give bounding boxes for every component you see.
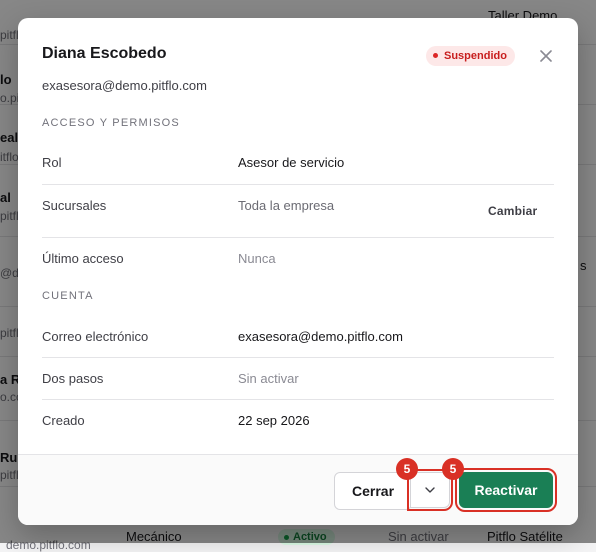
annotation-marker: 5 (442, 458, 464, 480)
email-value: exasesora@demo.pitflo.com (238, 329, 403, 344)
branches-label: Sucursales (42, 198, 107, 213)
section-title-access: ACCESO Y PERMISOS (42, 117, 180, 129)
row-created: Creado 22 sep 2026 (42, 400, 554, 442)
reactivate-button[interactable]: Reactivar (455, 468, 557, 512)
user-name: Diana Escobedo (42, 45, 167, 62)
status-badge-label: Suspendido (444, 50, 507, 62)
user-detail-modal: Diana Escobedo exasesora@demo.pitflo.com… (18, 18, 578, 525)
section-title-account: CUENTA (42, 290, 94, 302)
more-actions-dropdown-button[interactable] (407, 469, 453, 511)
created-value: 22 sep 2026 (238, 413, 310, 428)
close-icon (540, 50, 552, 62)
two-step-label: Dos pasos (42, 371, 104, 386)
status-badge: Suspendido (426, 46, 515, 66)
row-email: Correo electrónico exasesora@demo.pitflo… (42, 315, 554, 358)
annotation-marker: 5 (396, 458, 418, 480)
status-dot-icon (433, 52, 438, 58)
last-access-value: Nunca (238, 251, 276, 266)
two-step-value: Sin activar (238, 371, 299, 386)
role-label: Rol (42, 155, 62, 170)
row-branches: Sucursales Toda la empresa Cambiar (42, 185, 554, 238)
row-last-access: Último acceso Nunca (42, 238, 554, 278)
branches-value: Toda la empresa (238, 198, 335, 213)
chevron-down-icon (425, 487, 435, 493)
last-access-label: Último acceso (42, 251, 124, 266)
role-value: Asesor de servicio (238, 155, 345, 170)
row-two-step: Dos pasos Sin activar (42, 358, 554, 400)
email-label: Correo electrónico (42, 329, 149, 344)
user-email: exasesora@demo.pitflo.com (42, 78, 207, 93)
change-branches-button[interactable]: Cambiar (488, 204, 537, 218)
close-modal-button[interactable] (536, 46, 556, 66)
row-role: Rol Asesor de servicio (42, 142, 554, 185)
created-label: Creado (42, 413, 85, 428)
